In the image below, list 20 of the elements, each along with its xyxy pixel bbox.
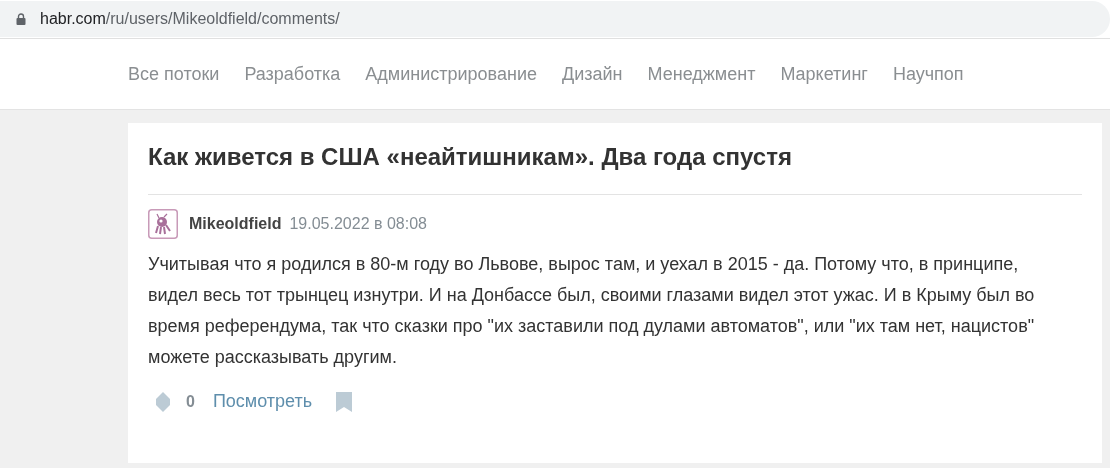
lock-icon xyxy=(16,13,26,25)
url-path: /ru/users/Mikeoldfield/comments/ xyxy=(105,10,340,28)
comment-text: Учитывая что я родился в 80-м году во Львове, вырос там, и уехал в 2015 - да. Потому что, в принципе, видел весь тот трынцец изнутри. И на Донбассе был, своими глазами видел этот ужас. И в Крыму был во время референдума, так что сказки про "их заставили под дулами автоматов", или "их там нет, нацистов" можете рассказывать другим. xyxy=(148,253,1036,370)
address-bar[interactable]: habr.com/ru/users/Mikeoldfield/comments/ xyxy=(0,1,1110,37)
nav-link[interactable]: Разработка xyxy=(244,63,341,85)
nav-link[interactable]: Все потоки xyxy=(128,63,220,85)
vote-icon[interactable] xyxy=(156,391,170,412)
nav-link[interactable]: Научпоп xyxy=(892,63,964,85)
score-count: 0 xyxy=(186,392,195,411)
nav-link[interactable]: Менеджмент xyxy=(647,63,756,85)
url-host: habr.com xyxy=(40,10,106,28)
bookmark-icon[interactable] xyxy=(336,391,353,412)
comment-date: 19.05.2022 в 08:08 xyxy=(289,215,427,234)
author-name[interactable]: Mikeoldfield xyxy=(189,215,282,234)
article-title[interactable]: Как живется в США «неайтишникам». Два года спустя xyxy=(148,141,1082,173)
nav-link[interactable]: Маркетинг xyxy=(780,63,868,85)
avatar-icon xyxy=(148,209,178,240)
nav-link[interactable]: Дизайн xyxy=(562,63,623,85)
view-link[interactable]: Посмотреть xyxy=(212,391,313,413)
nav-link[interactable]: Администрирование xyxy=(365,63,537,85)
